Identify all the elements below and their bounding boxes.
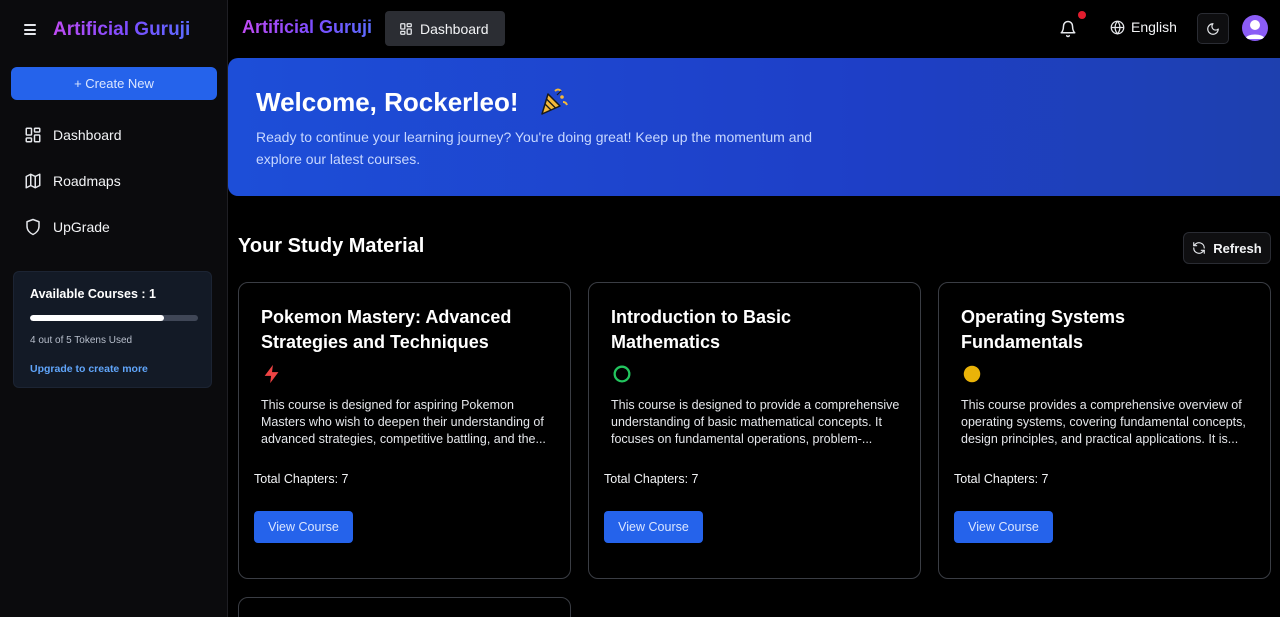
refresh-label: Refresh	[1213, 240, 1262, 256]
avatar[interactable]	[1242, 15, 1268, 41]
course-title: Pokemon Mastery: Advanced Strategies and…	[261, 307, 512, 352]
refresh-button[interactable]: Refresh	[1183, 232, 1271, 264]
tokens-progress-bar	[30, 315, 198, 321]
view-course-button[interactable]: View Course	[254, 511, 353, 543]
sidebar-item-label: UpGrade	[53, 219, 110, 235]
tokens-used-text: 4 out of 5 Tokens Used	[30, 335, 133, 346]
view-course-button[interactable]: View Course	[604, 511, 703, 543]
sidebar: Artificial Guruji + Create New Dashboard…	[0, 0, 228, 617]
upgrade-link[interactable]: Upgrade to create more	[30, 363, 148, 375]
course-card[interactable]: Introduction to Basic Mathematics This c…	[588, 282, 921, 579]
theme-toggle-button[interactable]	[1197, 13, 1229, 44]
course-card[interactable]	[238, 597, 571, 617]
topbar-brand[interactable]: Artificial Guruji	[242, 17, 372, 38]
user-avatar-icon	[1245, 20, 1265, 39]
course-card[interactable]: Pokemon Mastery: Advanced Strategies and…	[238, 282, 571, 579]
sidebar-item-label: Roadmaps	[53, 173, 121, 189]
dashboard-tab-label: Dashboard	[420, 20, 489, 37]
refresh-icon	[1193, 242, 1206, 254]
sidebar-item-upgrade[interactable]: UpGrade	[24, 216, 110, 238]
course-card[interactable]: Operating Systems Fundamentals This cour…	[938, 282, 1271, 579]
top-bar: Artificial Guruji Dashboard English	[228, 0, 1280, 56]
welcome-subtitle: Ready to continue your learning journey?…	[256, 129, 813, 167]
section-title: Your Study Material	[238, 235, 425, 257]
notification-dot	[1078, 11, 1086, 19]
map-icon	[25, 173, 41, 189]
sidebar-brand[interactable]: Artificial Guruji	[53, 19, 190, 41]
course-description: This course is designed for aspiring Pok…	[261, 398, 546, 446]
lightning-icon	[264, 364, 279, 384]
sidebar-item-dashboard[interactable]: Dashboard	[24, 124, 122, 146]
course-title: Introduction to Basic Mathematics	[611, 307, 791, 352]
moon-icon	[1207, 22, 1219, 35]
hamburger-menu-icon[interactable]	[24, 24, 36, 35]
available-courses-title: Available Courses : 1	[30, 287, 156, 301]
party-popper-icon	[541, 88, 568, 115]
course-chapters: Total Chapters: 7	[254, 472, 349, 486]
welcome-banner: Welcome, Rockerleo! Ready to continue yo…	[228, 58, 1280, 196]
course-chapters: Total Chapters: 7	[954, 472, 1049, 486]
dashboard-grid-icon	[400, 22, 412, 35]
view-course-button[interactable]: View Course	[954, 511, 1053, 543]
language-label: English	[1131, 19, 1177, 35]
sidebar-item-label: Dashboard	[53, 127, 122, 143]
globe-icon	[1110, 20, 1125, 35]
shield-icon	[26, 218, 40, 236]
course-description: This course is designed to provide a com…	[611, 398, 900, 446]
sidebar-item-roadmaps[interactable]: Roadmaps	[24, 170, 121, 192]
available-courses-card: Available Courses : 1 4 out of 5 Tokens …	[13, 271, 212, 388]
bell-icon[interactable]	[1059, 20, 1077, 38]
language-selector[interactable]: English	[1110, 19, 1177, 35]
welcome-title: Welcome, Rockerleo!	[256, 87, 519, 117]
dashboard-grid-icon	[25, 127, 41, 143]
tokens-progress-fill	[30, 315, 165, 321]
course-description: This course provides a comprehensive ove…	[961, 398, 1246, 446]
course-title: Operating Systems Fundamentals	[961, 307, 1126, 352]
circle-outline-icon	[613, 365, 631, 383]
course-chapters: Total Chapters: 7	[604, 472, 699, 486]
create-new-button[interactable]: + Create New	[11, 67, 217, 100]
dashboard-tab[interactable]: Dashboard	[385, 11, 505, 46]
filled-circle-icon	[963, 365, 981, 383]
